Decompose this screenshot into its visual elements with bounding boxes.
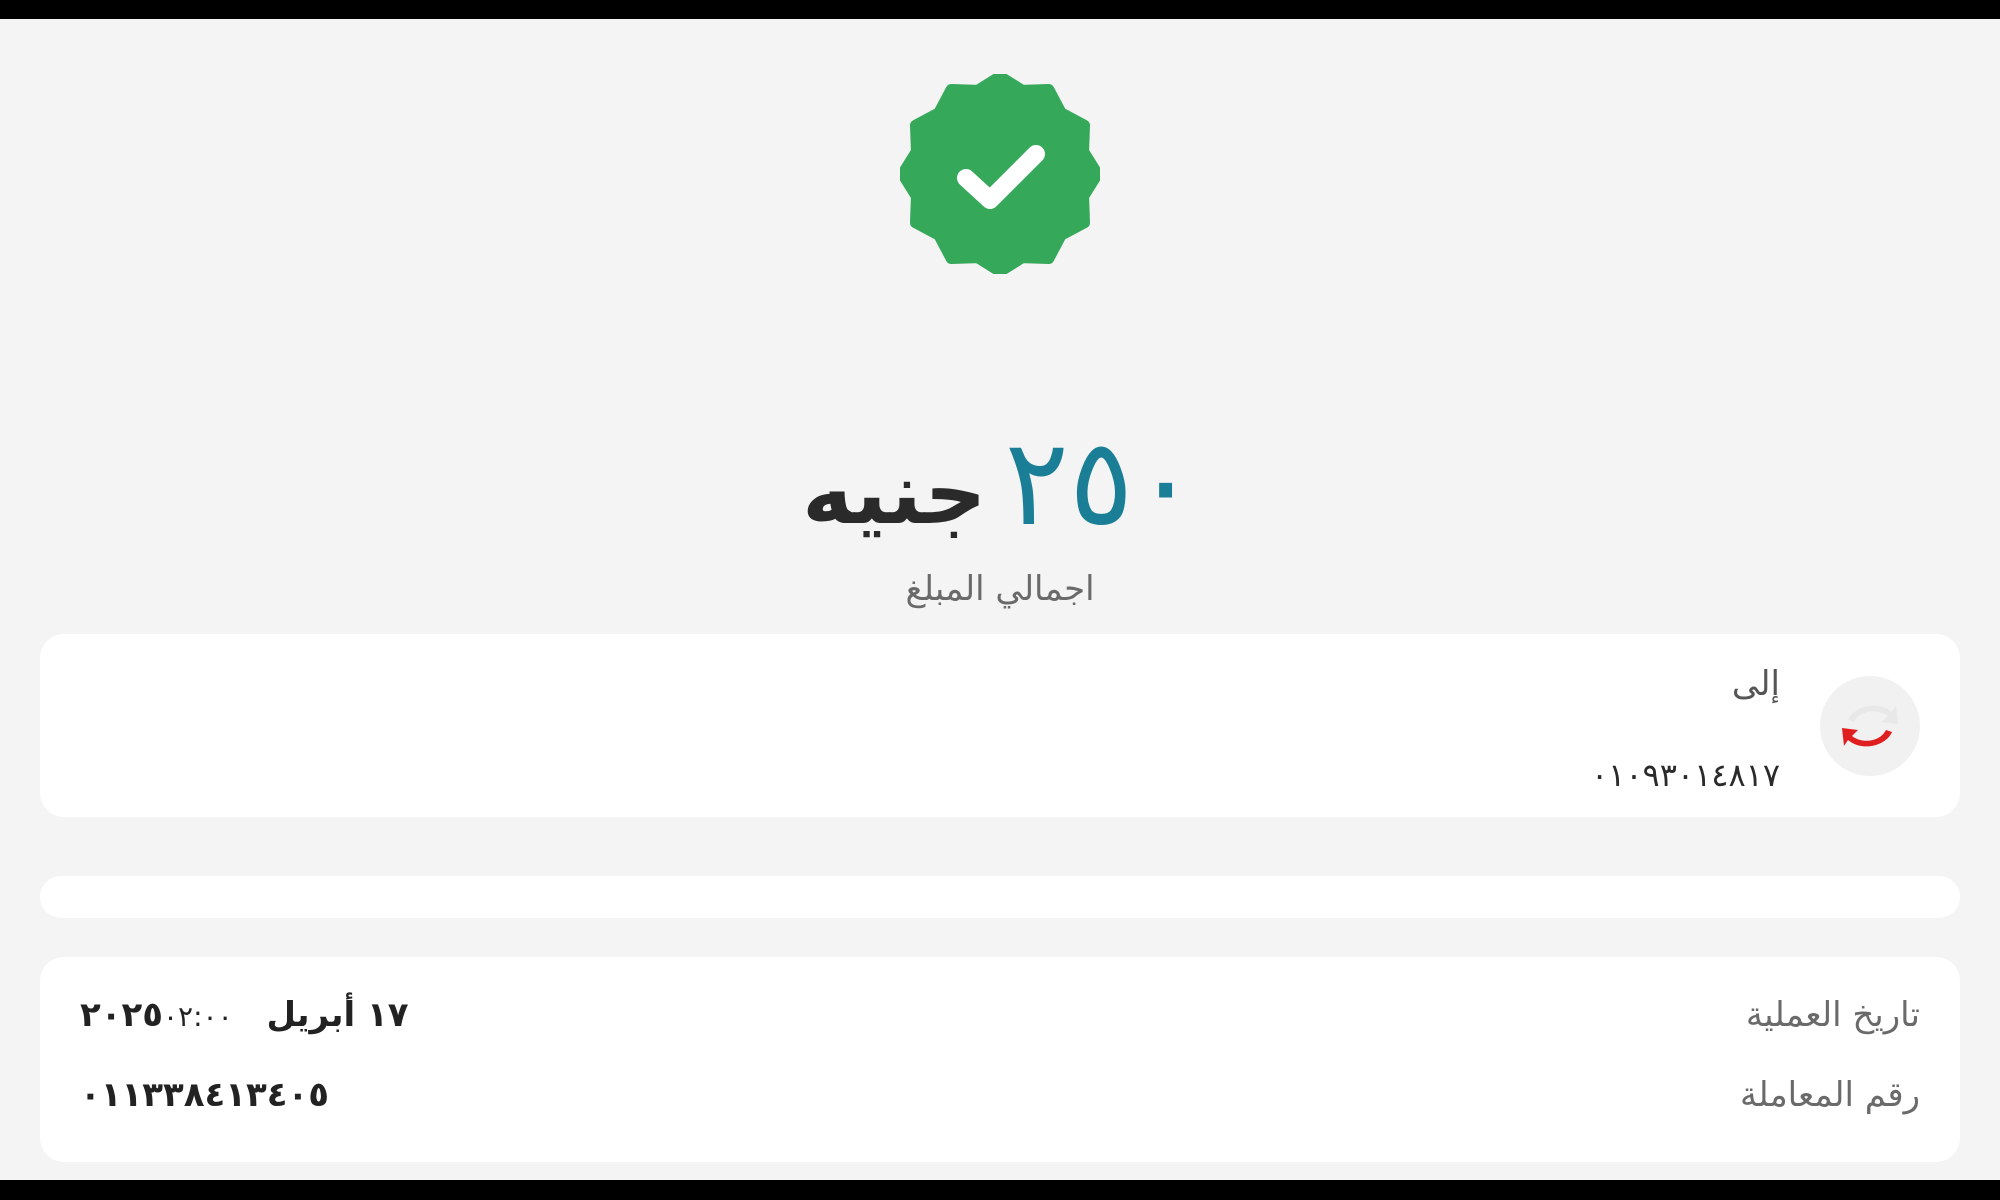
amount-caption: اجمالي المبلغ: [905, 569, 1095, 609]
time-value: ٠٢:٠٠: [163, 1000, 233, 1033]
date-row: تاريخ العملية ١٧ أبريل ٢٠٢٥٠٢:٠٠: [80, 995, 1920, 1045]
recipient-card: إلى ٠١٠٩٣٠١٤٨١٧: [40, 634, 1960, 817]
empty-card: [40, 876, 1960, 918]
details-card: تاريخ العملية ١٧ أبريل ٢٠٢٥٠٢:٠٠ رقم الم…: [40, 957, 1960, 1162]
amount-currency: جنيه: [802, 444, 987, 544]
transfer-arrows-icon: [1820, 676, 1920, 776]
transaction-label: رقم المعاملة: [1739, 1075, 1920, 1115]
recipient-label: إلى: [1731, 664, 1780, 704]
transaction-value: ٠١١٣٣٨٤١٣٤٠٥: [80, 1075, 330, 1115]
transaction-row: رقم المعاملة ٠١١٣٣٨٤١٣٤٠٥: [80, 1075, 1920, 1125]
check-badge-icon: [897, 71, 1103, 277]
date-label: تاريخ العملية: [1745, 995, 1920, 1035]
receipt-screen: ٢٥٠ جنيه اجمالي المبلغ إلى ٠١٠٩٣٠١٤٨١٧ ت…: [0, 19, 2000, 1180]
date-value: ١٧ أبريل ٢٠٢٥: [80, 995, 409, 1035]
amount-value: ٢٥٠: [1004, 414, 1198, 553]
amount-display: ٢٥٠ جنيه: [0, 414, 2000, 553]
recipient-phone: ٠١٠٩٣٠١٤٨١٧: [1590, 756, 1780, 794]
date-value-group: ١٧ أبريل ٢٠٢٥٠٢:٠٠: [80, 995, 408, 1035]
